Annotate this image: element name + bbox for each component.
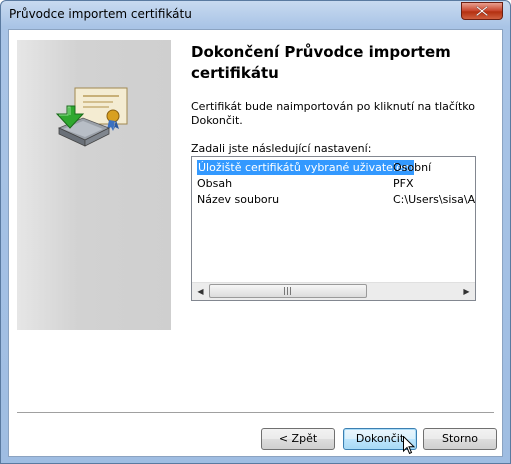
wizard-intro-text: Certifikát bude naimportován po kliknutí… bbox=[191, 100, 475, 127]
close-button[interactable] bbox=[461, 2, 503, 20]
settings-list[interactable]: Úložiště certifikátů vybrané uživatelem … bbox=[191, 156, 476, 301]
scrollbar-thumb[interactable] bbox=[209, 284, 367, 298]
wizard-content: Dokončení Průvodce importem certifikátu … bbox=[8, 29, 503, 457]
window-title: Průvodce importem certifikátu bbox=[9, 7, 192, 21]
mouse-cursor-icon bbox=[403, 436, 415, 455]
setting-name: Název souboru bbox=[197, 193, 280, 206]
wizard-side-panel bbox=[17, 40, 171, 330]
title-bar[interactable]: Průvodce importem certifikátu bbox=[1, 1, 510, 29]
separator bbox=[17, 412, 494, 414]
setting-name: Obsah bbox=[197, 177, 233, 190]
setting-value: C:\Users\sisa\Ap bbox=[393, 193, 476, 206]
setting-value: Osobní bbox=[393, 161, 432, 174]
certificate-import-icon bbox=[55, 87, 128, 147]
setting-name: Úložiště certifikátů vybrané uživatelem bbox=[197, 160, 415, 175]
scroll-left-icon[interactable]: ◀ bbox=[192, 283, 209, 300]
grip-icon bbox=[284, 287, 292, 295]
settings-label: Zadali jste následující nastavení: bbox=[191, 142, 372, 155]
scroll-right-icon[interactable]: ▶ bbox=[458, 283, 475, 300]
dialog-window: Průvodce importem certifikátu Dokončení … bbox=[0, 0, 511, 464]
cancel-button[interactable]: Storno bbox=[423, 428, 497, 450]
horizontal-scrollbar[interactable]: ◀ ▶ bbox=[192, 282, 475, 300]
setting-value: PFX bbox=[393, 177, 414, 190]
close-icon bbox=[476, 6, 488, 16]
wizard-heading: Dokončení Průvodce importem certifikátu bbox=[191, 43, 451, 82]
back-button[interactable]: < Zpět bbox=[261, 428, 335, 450]
